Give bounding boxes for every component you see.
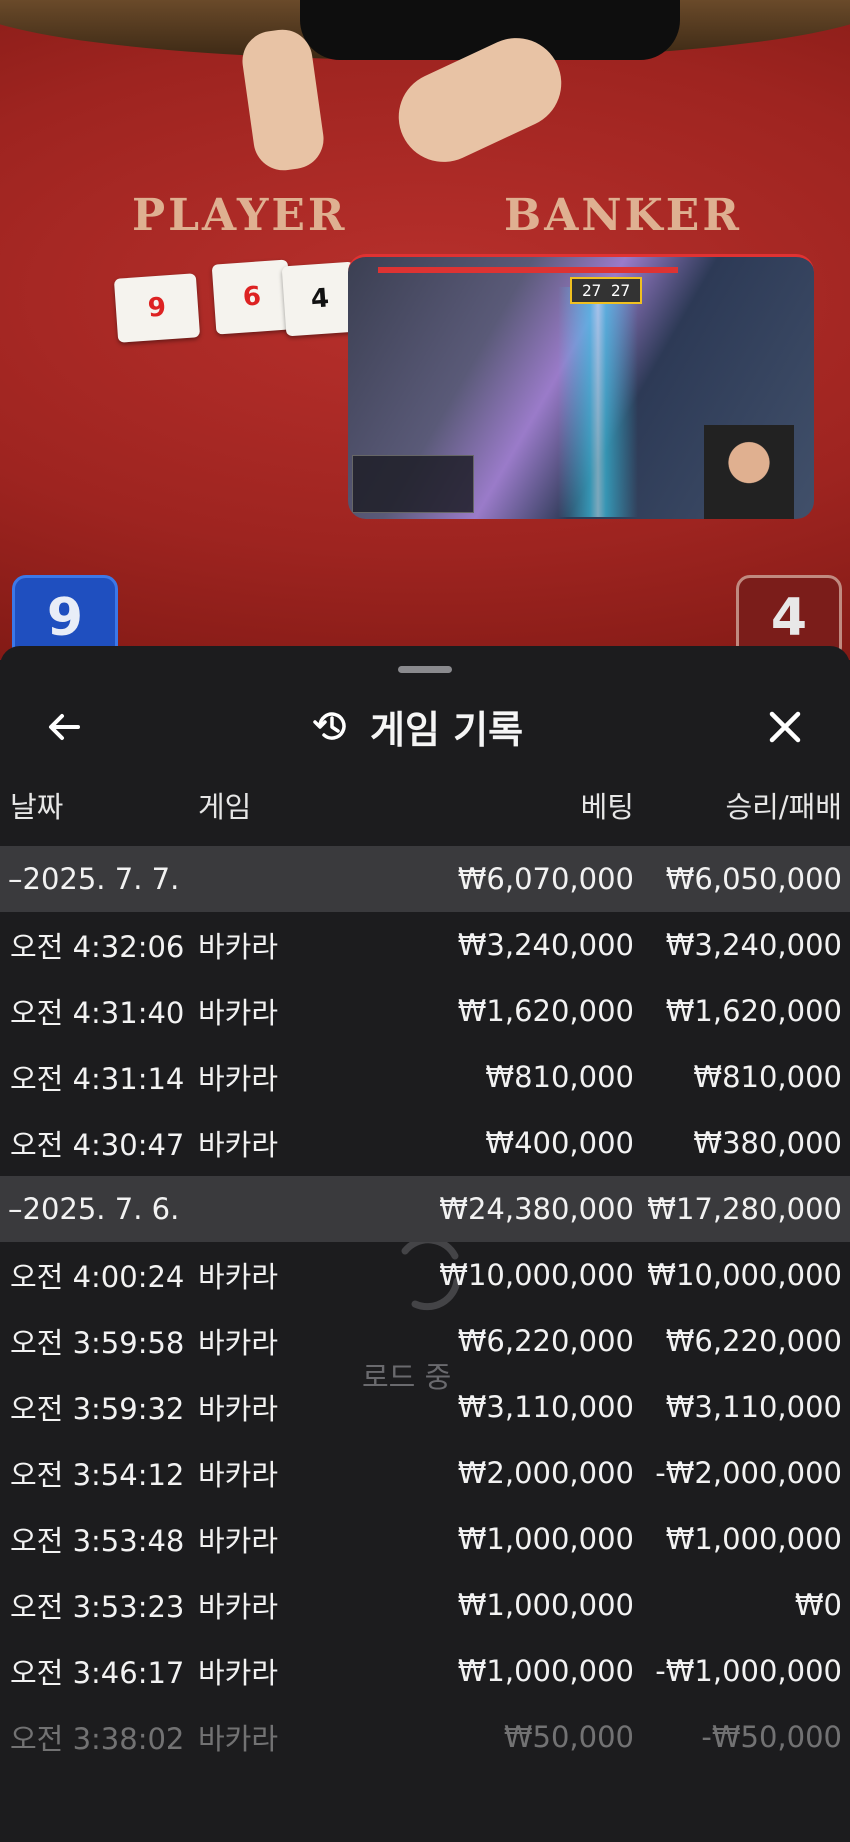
row-winloss: ₩810,000 (693, 1060, 842, 1094)
game-history-sheet: 게임 기록 날짜 게임 베팅 승리/패배 로드 중 –2025. 7. 7. ₩6… (0, 646, 850, 1842)
row-time: 오전 3:54:12 (10, 1458, 185, 1492)
picture-in-picture-stream[interactable]: 27 27 (348, 254, 814, 519)
player-card-2: 6 (211, 259, 293, 335)
row-bet: ₩3,110,000 (457, 1390, 634, 1424)
history-row: 오전 3:53:48 바카라 ₩1,000,000 ₩1,000,000 (0, 1506, 850, 1572)
row-bet: ₩50,000 (503, 1720, 634, 1754)
row-game: 바카라 (198, 1590, 279, 1624)
row-time: 오전 4:32:06 (10, 930, 185, 964)
pip-health-bar (378, 267, 678, 273)
sheet-header: 게임 기록 (0, 686, 850, 766)
row-bet: ₩2,000,000 (457, 1456, 634, 1490)
sheet-drag-handle[interactable] (398, 666, 452, 673)
row-time: 오전 4:31:14 (10, 1062, 185, 1096)
row-winloss: -₩50,000 (701, 1720, 842, 1754)
row-game: 바카라 (198, 1524, 279, 1558)
row-winloss: ₩3,240,000 (665, 928, 842, 962)
row-game: 바카라 (198, 1128, 279, 1162)
row-winloss: ₩0 (794, 1588, 842, 1622)
page-title: 게임 기록 (370, 707, 524, 752)
history-row: 오전 4:30:47 바카라 ₩400,000 ₩380,000 (0, 1110, 850, 1176)
row-game: 바카라 (198, 1326, 279, 1360)
date-group-row[interactable]: –2025. 7. 6. ₩24,380,000 ₩17,280,000 (0, 1176, 850, 1242)
row-game: 바카라 (198, 1062, 279, 1096)
history-icon (313, 712, 346, 740)
row-time: 오전 3:53:48 (10, 1524, 185, 1558)
row-time: 오전 3:46:17 (10, 1656, 185, 1690)
history-table: –2025. 7. 7. ₩6,070,000 ₩6,050,000 오전 4:32:… (0, 846, 850, 1770)
row-game: 바카라 (198, 1656, 279, 1690)
back-button[interactable] (40, 702, 90, 752)
column-header-winloss: 승리/패배 (725, 790, 843, 824)
history-row: 오전 3:46:17 바카라 ₩1,000,000 -₩1,000,000 (0, 1638, 850, 1704)
row-winloss: ₩6,220,000 (665, 1324, 842, 1358)
row-winloss: ₩380,000 (693, 1126, 842, 1160)
row-bet: ₩810,000 (485, 1060, 634, 1094)
row-winloss: ₩1,000,000 (665, 1522, 842, 1556)
pip-timer: 27 27 (570, 277, 643, 304)
row-winloss: ₩6,050,000 (665, 862, 842, 896)
player-zone-label: PLAYER (132, 190, 348, 241)
row-winloss: ₩10,000,000 (647, 1258, 842, 1292)
row-time: 오전 4:30:47 (10, 1128, 185, 1162)
pip-chat-box (352, 455, 474, 513)
banker-zone-label: BANKER (504, 190, 742, 241)
row-bet: ₩24,380,000 (439, 1192, 634, 1226)
arrow-left-icon (49, 714, 80, 740)
row-game: 바카라 (198, 1458, 279, 1492)
row-winloss: ₩3,110,000 (665, 1390, 842, 1424)
row-bet: ₩3,240,000 (457, 928, 634, 962)
row-game: 바카라 (198, 1260, 279, 1294)
row-game: 바카라 (198, 1392, 279, 1426)
history-row: 오전 4:00:24 바카라 ₩10,000,000 ₩10,000,000 (0, 1242, 850, 1308)
row-time: 오전 3:59:58 (10, 1326, 185, 1360)
row-bet: ₩6,070,000 (457, 862, 634, 896)
history-row: 오전 4:31:40 바카라 ₩1,620,000 ₩1,620,000 (0, 978, 850, 1044)
row-bet: ₩6,220,000 (457, 1324, 634, 1358)
table-header: 날짜 게임 베팅 승리/패배 (0, 784, 850, 834)
row-bet: ₩1,000,000 (457, 1588, 634, 1622)
pip-webcam (704, 425, 794, 519)
row-time: 오전 4:00:24 (10, 1260, 185, 1294)
row-winloss: ₩17,280,000 (647, 1192, 842, 1226)
column-header-bet: 베팅 (580, 790, 634, 824)
date-group-label: –2025. 7. 6. (8, 1192, 180, 1226)
date-group-row[interactable]: –2025. 7. 7. ₩6,070,000 ₩6,050,000 (0, 846, 850, 912)
column-header-game: 게임 (198, 790, 252, 824)
row-game: 바카라 (198, 996, 279, 1030)
player-card-1: 9 (113, 273, 201, 343)
history-row: 오전 3:54:12 바카라 ₩2,000,000 -₩2,000,000 (0, 1440, 850, 1506)
row-time: 오전 3:53:23 (10, 1590, 185, 1624)
row-game: 바카라 (198, 930, 279, 964)
row-bet: ₩1,000,000 (457, 1522, 634, 1556)
history-row: 오전 3:53:23 바카라 ₩1,000,000 ₩0 (0, 1572, 850, 1638)
close-icon (769, 711, 801, 743)
close-button[interactable] (760, 702, 810, 752)
row-winloss: ₩1,620,000 (665, 994, 842, 1028)
row-time: 오전 4:31:40 (10, 996, 185, 1030)
row-bet: ₩1,000,000 (457, 1654, 634, 1688)
column-header-date: 날짜 (10, 790, 64, 824)
history-row: 오전 3:38:02 바카라 ₩50,000 -₩50,000 (0, 1704, 850, 1770)
live-video-feed: PLAYER BANKER 9 6 4 9 4 27 27 (0, 0, 850, 660)
row-time: 오전 3:59:32 (10, 1392, 185, 1426)
sheet-title-group: 게임 기록 (312, 700, 523, 752)
row-winloss: -₩1,000,000 (655, 1654, 842, 1688)
row-bet: ₩10,000,000 (439, 1258, 634, 1292)
pip-game-effect (558, 287, 638, 517)
row-bet: ₩1,620,000 (457, 994, 634, 1028)
date-group-label: –2025. 7. 7. (8, 862, 180, 896)
row-game: 바카라 (198, 1722, 279, 1756)
history-row: 오전 4:32:06 바카라 ₩3,240,000 ₩3,240,000 (0, 912, 850, 978)
row-bet: ₩400,000 (485, 1126, 634, 1160)
history-row: 오전 4:31:14 바카라 ₩810,000 ₩810,000 (0, 1044, 850, 1110)
history-row: 오전 3:59:32 바카라 ₩3,110,000 ₩3,110,000 (0, 1374, 850, 1440)
player-card-3: 4 (281, 261, 359, 337)
row-time: 오전 3:38:02 (10, 1722, 185, 1756)
row-winloss: -₩2,000,000 (655, 1456, 842, 1490)
history-row: 오전 3:59:58 바카라 ₩6,220,000 ₩6,220,000 (0, 1308, 850, 1374)
